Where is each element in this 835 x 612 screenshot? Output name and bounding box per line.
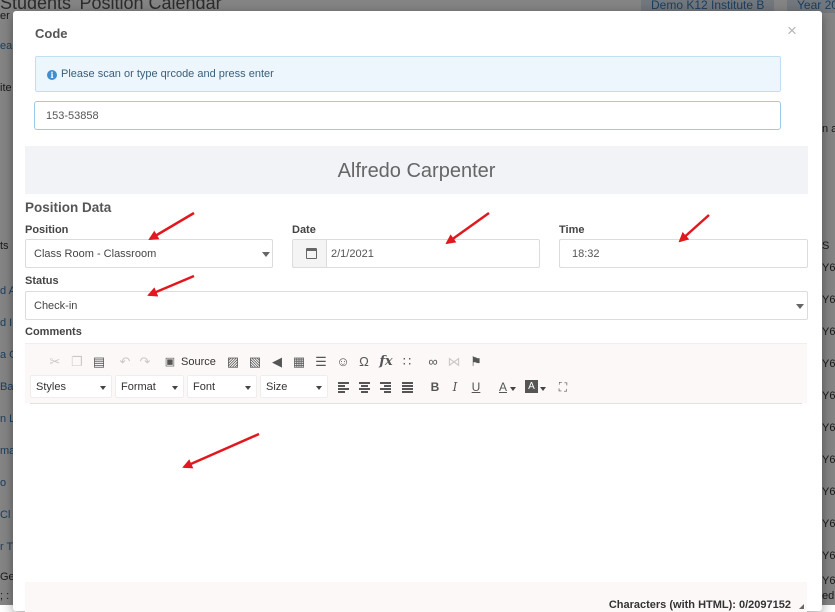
table-icon[interactable]: ▦ (291, 353, 307, 371)
unlink-icon[interactable]: ⋈ (446, 353, 462, 371)
modal-title: Code (35, 26, 68, 41)
maximize-icon[interactable]: ⛶ (556, 378, 570, 396)
chevron-down-icon (172, 386, 178, 390)
status-label: Status (25, 275, 59, 287)
comments-label: Comments (25, 326, 82, 338)
format-combo-label: Format (121, 381, 156, 393)
special-char-icon[interactable]: Ω (356, 353, 372, 371)
info-alert: i Please scan or type qrcode and press e… (35, 56, 781, 92)
chevron-down-icon (262, 252, 270, 257)
time-input[interactable] (559, 239, 808, 268)
audio-icon[interactable]: ◀ (270, 353, 284, 371)
position-label: Position (25, 224, 69, 236)
status-select[interactable]: Check-in (25, 291, 808, 320)
code-input[interactable] (34, 101, 781, 130)
date-label: Date (292, 224, 316, 236)
italic-button[interactable]: I (448, 378, 462, 396)
undo-icon[interactable]: ↶ (118, 353, 132, 371)
font-combo-label: Font (193, 381, 216, 393)
format-combo[interactable]: Format (115, 375, 184, 398)
code-modal: Code × i Please scan or type qrcode and … (13, 11, 822, 612)
align-right-icon[interactable] (380, 382, 391, 393)
paste-icon[interactable]: ▤ (92, 353, 106, 371)
time-label: Time (559, 224, 585, 236)
bold-button[interactable]: B (428, 378, 442, 396)
size-combo[interactable]: Size (260, 375, 328, 398)
chevron-down-icon[interactable] (510, 387, 516, 391)
source-icon[interactable]: ▣ (163, 353, 177, 371)
align-justify-icon[interactable] (402, 382, 413, 393)
chevron-down-icon[interactable] (540, 387, 546, 391)
underline-button[interactable]: U (469, 378, 483, 396)
source-button-label[interactable]: Source (181, 353, 219, 371)
status-select-value: Check-in (34, 300, 78, 312)
align-left-icon[interactable] (338, 382, 349, 393)
background-color-button[interactable]: A (525, 380, 538, 393)
position-data-title: Position Data (25, 200, 112, 215)
redo-icon[interactable]: ↷ (138, 353, 152, 371)
student-banner: Alfredo Carpenter (25, 146, 808, 194)
styles-combo[interactable]: Styles (30, 375, 112, 398)
size-combo-label: Size (266, 381, 288, 393)
editor-content-area[interactable] (25, 404, 807, 582)
close-button[interactable]: × (787, 22, 797, 39)
formula-icon[interactable]: fx (377, 353, 395, 371)
chevron-down-icon (796, 304, 804, 309)
cut-icon[interactable]: ✂ (48, 353, 62, 371)
font-combo[interactable]: Font (187, 375, 257, 398)
styles-combo-label: Styles (36, 381, 66, 393)
position-select[interactable]: Class Room - Classroom (25, 239, 273, 268)
image2-icon[interactable]: ▧ (248, 353, 262, 371)
image-icon[interactable]: ▨ (226, 353, 240, 371)
copy-icon[interactable]: ❐ (70, 353, 84, 371)
div-icon[interactable]: ∷ (399, 353, 415, 371)
student-name: Alfredo Carpenter (337, 160, 496, 182)
chevron-down-icon (100, 386, 106, 390)
info-text: Please scan or type qrcode and press ent… (61, 68, 274, 80)
text-color-button[interactable]: A (497, 378, 509, 396)
character-count: Characters (with HTML): 0/2097152 (608, 599, 791, 611)
calendar-button[interactable] (292, 239, 327, 268)
date-input[interactable] (326, 239, 540, 268)
horizontal-rule-icon[interactable]: ☰ (313, 353, 329, 371)
position-select-value: Class Room - Classroom (34, 248, 157, 260)
editor-footer: Characters (with HTML): 0/2097152 (25, 582, 807, 612)
chevron-down-icon (316, 386, 322, 390)
editor-toolbar: ✂ ❐ ▤ ↶ ↷ ▣ Source ▨ ▧ ◀ ▦ ☰ ☺ Ω fx ∷ ∞ … (25, 344, 807, 403)
smiley-icon[interactable]: ☺ (335, 353, 351, 371)
comments-editor: ✂ ❐ ▤ ↶ ↷ ▣ Source ▨ ▧ ◀ ▦ ☰ ☺ Ω fx ∷ ∞ … (25, 343, 807, 612)
info-circle-icon: i (47, 70, 57, 80)
align-center-icon[interactable] (359, 382, 370, 393)
chevron-down-icon (245, 386, 251, 390)
link-icon[interactable]: ∞ (425, 353, 441, 371)
modal-header: Code × (13, 11, 822, 53)
anchor-flag-icon[interactable]: ⚑ (468, 353, 484, 371)
calendar-icon (306, 248, 317, 259)
